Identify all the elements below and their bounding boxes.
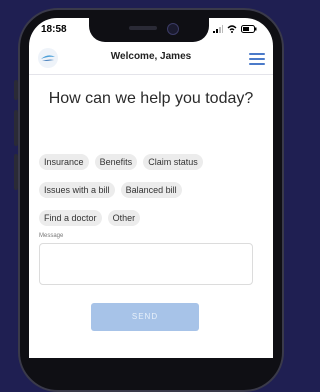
status-icons: [213, 25, 257, 33]
topic-chip-list: Insurance Benefits Claim status Issues w…: [39, 150, 265, 234]
topic-chip-find-doctor[interactable]: Find a doctor: [39, 210, 102, 226]
phone-screen: 18:58 Welcome, James How can we help you…: [29, 18, 273, 358]
app-header: Welcome, James: [29, 44, 273, 75]
camera-icon: [167, 23, 179, 35]
signal-icon: [213, 25, 223, 33]
send-button[interactable]: SEND: [91, 303, 199, 331]
message-input[interactable]: [39, 243, 253, 285]
topic-chip-balanced-bill[interactable]: Balanced bill: [120, 182, 182, 198]
topic-chip-insurance[interactable]: Insurance: [39, 154, 89, 170]
hamburger-menu-icon[interactable]: [249, 53, 265, 65]
phone-volume-up: [14, 110, 18, 146]
message-label: Message: [39, 233, 64, 239]
phone-notch: [89, 18, 209, 42]
welcome-title: Welcome, James: [110, 51, 192, 62]
status-time: 18:58: [41, 24, 67, 35]
topic-chip-issues-with-bill[interactable]: Issues with a bill: [39, 182, 115, 198]
phone-volume-down: [14, 154, 18, 190]
phone-side-button: [14, 80, 18, 100]
battery-icon: [241, 25, 257, 33]
speaker-icon: [129, 26, 157, 30]
topic-chip-benefits[interactable]: Benefits: [94, 154, 138, 170]
page-headline: How can we help you today?: [48, 90, 254, 107]
wifi-icon: [227, 25, 237, 33]
topic-chip-other[interactable]: Other: [107, 210, 141, 226]
topic-chip-claim-status[interactable]: Claim status: [143, 154, 203, 170]
